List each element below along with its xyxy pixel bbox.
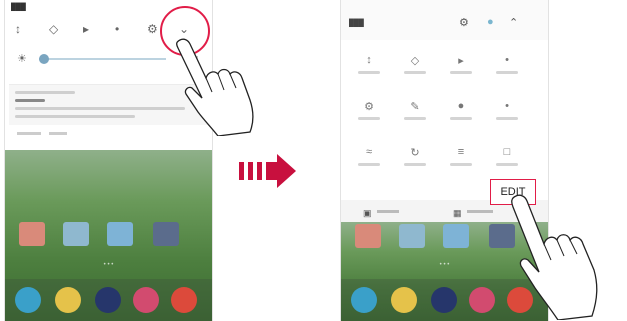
gallery-icon[interactable]: [133, 287, 159, 313]
nfc-icon: ≡: [457, 146, 465, 158]
arrow-head: [266, 154, 296, 188]
tile-wifi[interactable]: ◇: [395, 54, 435, 74]
notification-line: [15, 115, 135, 118]
flashlight-icon: •: [505, 100, 509, 112]
tile-edit[interactable]: ✎: [395, 100, 435, 120]
tile-location[interactable]: ●: [441, 100, 481, 120]
camera-icon[interactable]: [95, 287, 121, 313]
app-icon[interactable]: [107, 222, 133, 246]
hand-pointer-icon: [176, 38, 254, 136]
bluetooth-icon[interactable]: •: [115, 22, 119, 36]
tile-screen-share[interactable]: □: [487, 146, 527, 166]
settings-icon[interactable]: ⚙: [459, 16, 469, 29]
pencil-icon: ✎: [410, 101, 420, 113]
settings-icon[interactable]: ⚙: [147, 22, 158, 36]
brightness-track[interactable]: [39, 58, 166, 60]
collapse-icon[interactable]: ⌃: [509, 16, 518, 29]
notification-line: [15, 99, 45, 102]
arrow-stripe: [248, 162, 253, 180]
tile-sound[interactable]: ▸: [441, 54, 481, 74]
tile-flashlight[interactable]: •: [487, 100, 527, 120]
wifi-icon[interactable]: ◇: [49, 22, 58, 36]
app-icon[interactable]: [355, 224, 381, 248]
chrome-icon[interactable]: [171, 287, 197, 313]
messages-icon[interactable]: [391, 287, 417, 313]
status-bar: ███ ⚙ ● ⌃: [341, 0, 548, 40]
sound-icon[interactable]: ▸: [83, 22, 89, 36]
page-indicator: • • •: [103, 262, 114, 268]
footer-label: [377, 210, 399, 213]
notification-action[interactable]: [49, 132, 67, 135]
tile-nfc[interactable]: ≡: [441, 146, 481, 166]
brightness-icon: ☀: [17, 53, 27, 65]
screen-share-icon: □: [503, 146, 511, 158]
brightness-knob[interactable]: [39, 54, 49, 64]
app-icon[interactable]: [19, 222, 45, 246]
settings-icon: ⚙: [364, 101, 374, 113]
tile-hotspot[interactable]: ≈: [349, 146, 389, 166]
tile-bluetooth[interactable]: •: [487, 54, 527, 74]
home-screen: • • •: [5, 150, 212, 321]
arrow-stripe: [239, 162, 244, 180]
file-sharing-icon[interactable]: ▦: [453, 208, 462, 219]
location-icon: ●: [457, 100, 465, 112]
phone-icon[interactable]: [351, 287, 377, 313]
sync-icon: ↻: [410, 147, 420, 159]
rotate-icon: ↕: [366, 54, 372, 66]
dock: [5, 279, 212, 321]
status-time: ███: [349, 20, 364, 27]
messages-icon[interactable]: [55, 287, 81, 313]
app-icon[interactable]: [63, 222, 89, 246]
rotate-icon[interactable]: ↕: [15, 22, 21, 36]
tile-rotate[interactable]: ↕: [349, 54, 389, 74]
notification-action[interactable]: [17, 132, 41, 135]
sound-icon: ▸: [458, 55, 464, 67]
gallery-icon[interactable]: [469, 287, 495, 313]
arrow-stripe: [257, 162, 262, 180]
bluetooth-icon: •: [505, 54, 509, 66]
profile-icon[interactable]: ●: [487, 16, 494, 28]
footer-label: [467, 210, 493, 213]
screen-sharing-icon[interactable]: ▣: [363, 208, 372, 219]
phone-icon[interactable]: [15, 287, 41, 313]
wifi-icon: ◇: [410, 55, 420, 67]
app-icon[interactable]: [153, 222, 179, 246]
hotspot-icon: ≈: [365, 146, 373, 158]
app-icon[interactable]: [399, 224, 425, 248]
tile-settings[interactable]: ⚙: [349, 100, 389, 120]
right-arrow-icon: [239, 154, 296, 188]
notification-line: [15, 107, 185, 110]
camera-icon[interactable]: [431, 287, 457, 313]
quick-settings-grid: ↕ ◇ ▸ • ⚙ ✎ ● • ≈ ↻ ≡ □: [341, 44, 548, 194]
tile-sync[interactable]: ↻: [395, 146, 435, 166]
hand-pointer-icon: [511, 194, 598, 320]
status-time: ███: [11, 4, 26, 11]
app-icon[interactable]: [443, 224, 469, 248]
notification-line: [15, 91, 75, 94]
